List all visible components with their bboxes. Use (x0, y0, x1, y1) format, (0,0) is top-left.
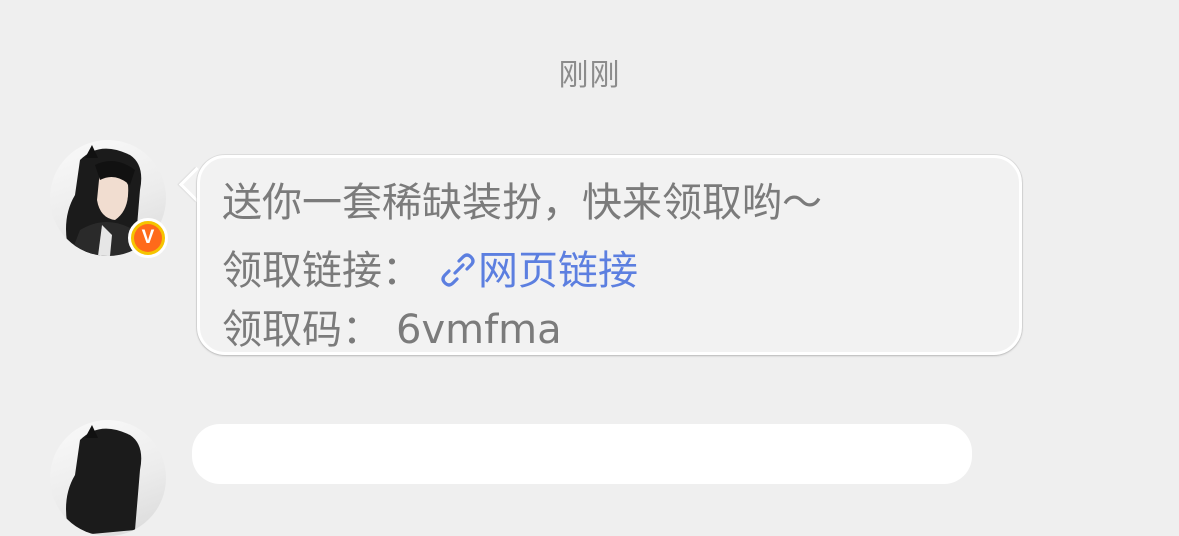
sender-avatar-next[interactable] (50, 420, 166, 536)
verified-badge-label: V (134, 224, 162, 252)
verified-badge-icon: V (128, 218, 168, 258)
message-line-link: 领取链接： 网页链接 (222, 238, 638, 296)
web-link[interactable]: 网页链接 (478, 248, 638, 294)
message-line-gift: 送你一套稀缺装扮，快来领取哟～ (222, 180, 822, 226)
code-label: 领取码： (222, 307, 382, 353)
message-line-code: 领取码： 6vmfma (222, 297, 562, 355)
link-label: 领取链接： (222, 248, 422, 294)
next-message-bubble[interactable] (192, 424, 972, 484)
link-icon[interactable] (438, 250, 478, 290)
redeem-code[interactable]: 6vmfma (396, 307, 562, 353)
avatar-portrait-next (66, 425, 142, 536)
message-timestamp: 刚刚 (558, 58, 621, 93)
